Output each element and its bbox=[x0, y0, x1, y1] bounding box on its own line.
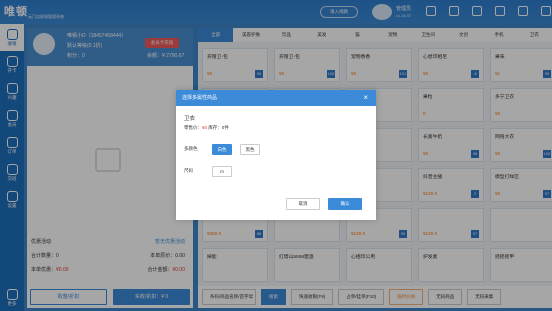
attr-option[interactable]: m bbox=[212, 166, 232, 177]
attr-color-label: 多颜色 bbox=[184, 146, 198, 151]
modal-header: 选择多属性商品 × bbox=[176, 90, 376, 106]
attribute-modal: 选择多属性商品 × 卫衣 零售价：¥0 库存：0件 多颜色 白色 黑色 尺码 m … bbox=[176, 90, 376, 220]
confirm-button[interactable]: 确认 bbox=[328, 198, 362, 210]
close-icon[interactable]: × bbox=[363, 90, 368, 106]
attr-size-label: 尺码 bbox=[184, 168, 193, 173]
cancel-button[interactable]: 取消 bbox=[286, 198, 320, 210]
modal-title: 选择多属性商品 bbox=[182, 95, 218, 101]
attr-option[interactable]: 黑色 bbox=[240, 144, 260, 155]
modal-product-name: 卫衣 bbox=[184, 116, 196, 122]
modal-product-info: 零售价：¥0 库存：0件 bbox=[184, 125, 229, 130]
modal-actions: 取消 确认 bbox=[286, 198, 362, 210]
attr-option[interactable]: 白色 bbox=[212, 144, 232, 155]
